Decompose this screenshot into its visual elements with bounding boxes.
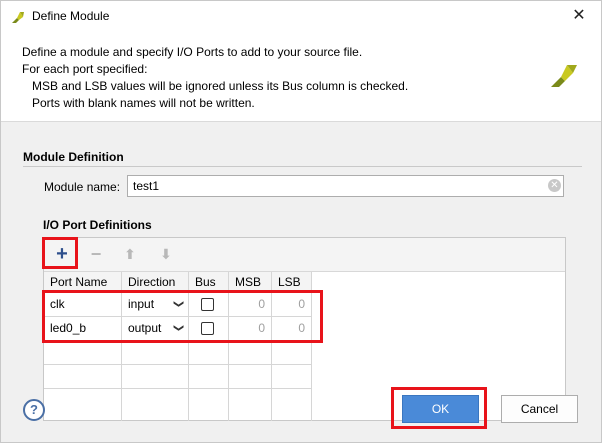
- vivado-logo-icon: [551, 65, 577, 87]
- empty-cell[interactable]: [122, 365, 189, 389]
- module-name-label: Module name:: [44, 180, 121, 194]
- empty-cell[interactable]: [272, 341, 312, 365]
- vivado-logo-icon: [12, 12, 24, 23]
- module-definition-heading: Module Definition: [23, 150, 124, 164]
- move-up-button[interactable]: ⬆: [120, 244, 140, 264]
- remove-port-button[interactable]: −: [86, 244, 106, 264]
- empty-cell[interactable]: [272, 389, 312, 421]
- move-down-button[interactable]: ⬇: [156, 244, 176, 264]
- clear-icon[interactable]: ✕: [548, 179, 561, 192]
- cancel-button[interactable]: Cancel: [501, 395, 578, 423]
- table-toolbar: + − ⬆ ⬇: [44, 238, 565, 272]
- title-bar: Define Module ✕: [0, 0, 602, 32]
- module-name-input[interactable]: [127, 175, 564, 197]
- dialog-body: Define a module and specify I/O Ports to…: [0, 31, 602, 443]
- empty-cell[interactable]: [229, 341, 272, 365]
- description-line: Define a module and specify I/O Ports to…: [22, 45, 363, 59]
- close-button[interactable]: ✕: [557, 1, 601, 32]
- empty-cell[interactable]: [272, 365, 312, 389]
- highlight-add-button: [42, 237, 78, 269]
- empty-cell[interactable]: [229, 365, 272, 389]
- description-line: For each port specified:: [22, 62, 148, 76]
- empty-cell[interactable]: [229, 389, 272, 421]
- empty-cell[interactable]: [44, 365, 122, 389]
- empty-cell[interactable]: [44, 389, 122, 421]
- empty-cell[interactable]: [189, 365, 229, 389]
- ok-button[interactable]: OK: [402, 395, 479, 423]
- empty-cell[interactable]: [44, 341, 122, 365]
- description-line: MSB and LSB values will be ignored unles…: [32, 79, 409, 93]
- io-port-definitions-heading: I/O Port Definitions: [43, 218, 152, 232]
- description-line: Ports with blank names will not be writt…: [32, 96, 255, 110]
- section-divider: [23, 166, 582, 167]
- empty-cell[interactable]: [122, 389, 189, 421]
- empty-cell[interactable]: [189, 389, 229, 421]
- highlight-port-rows: [42, 290, 323, 343]
- help-icon[interactable]: ?: [23, 399, 45, 421]
- empty-cell[interactable]: [122, 341, 189, 365]
- empty-cell[interactable]: [189, 341, 229, 365]
- description-panel: Define a module and specify I/O Ports to…: [1, 31, 601, 122]
- window-title: Define Module: [32, 9, 110, 23]
